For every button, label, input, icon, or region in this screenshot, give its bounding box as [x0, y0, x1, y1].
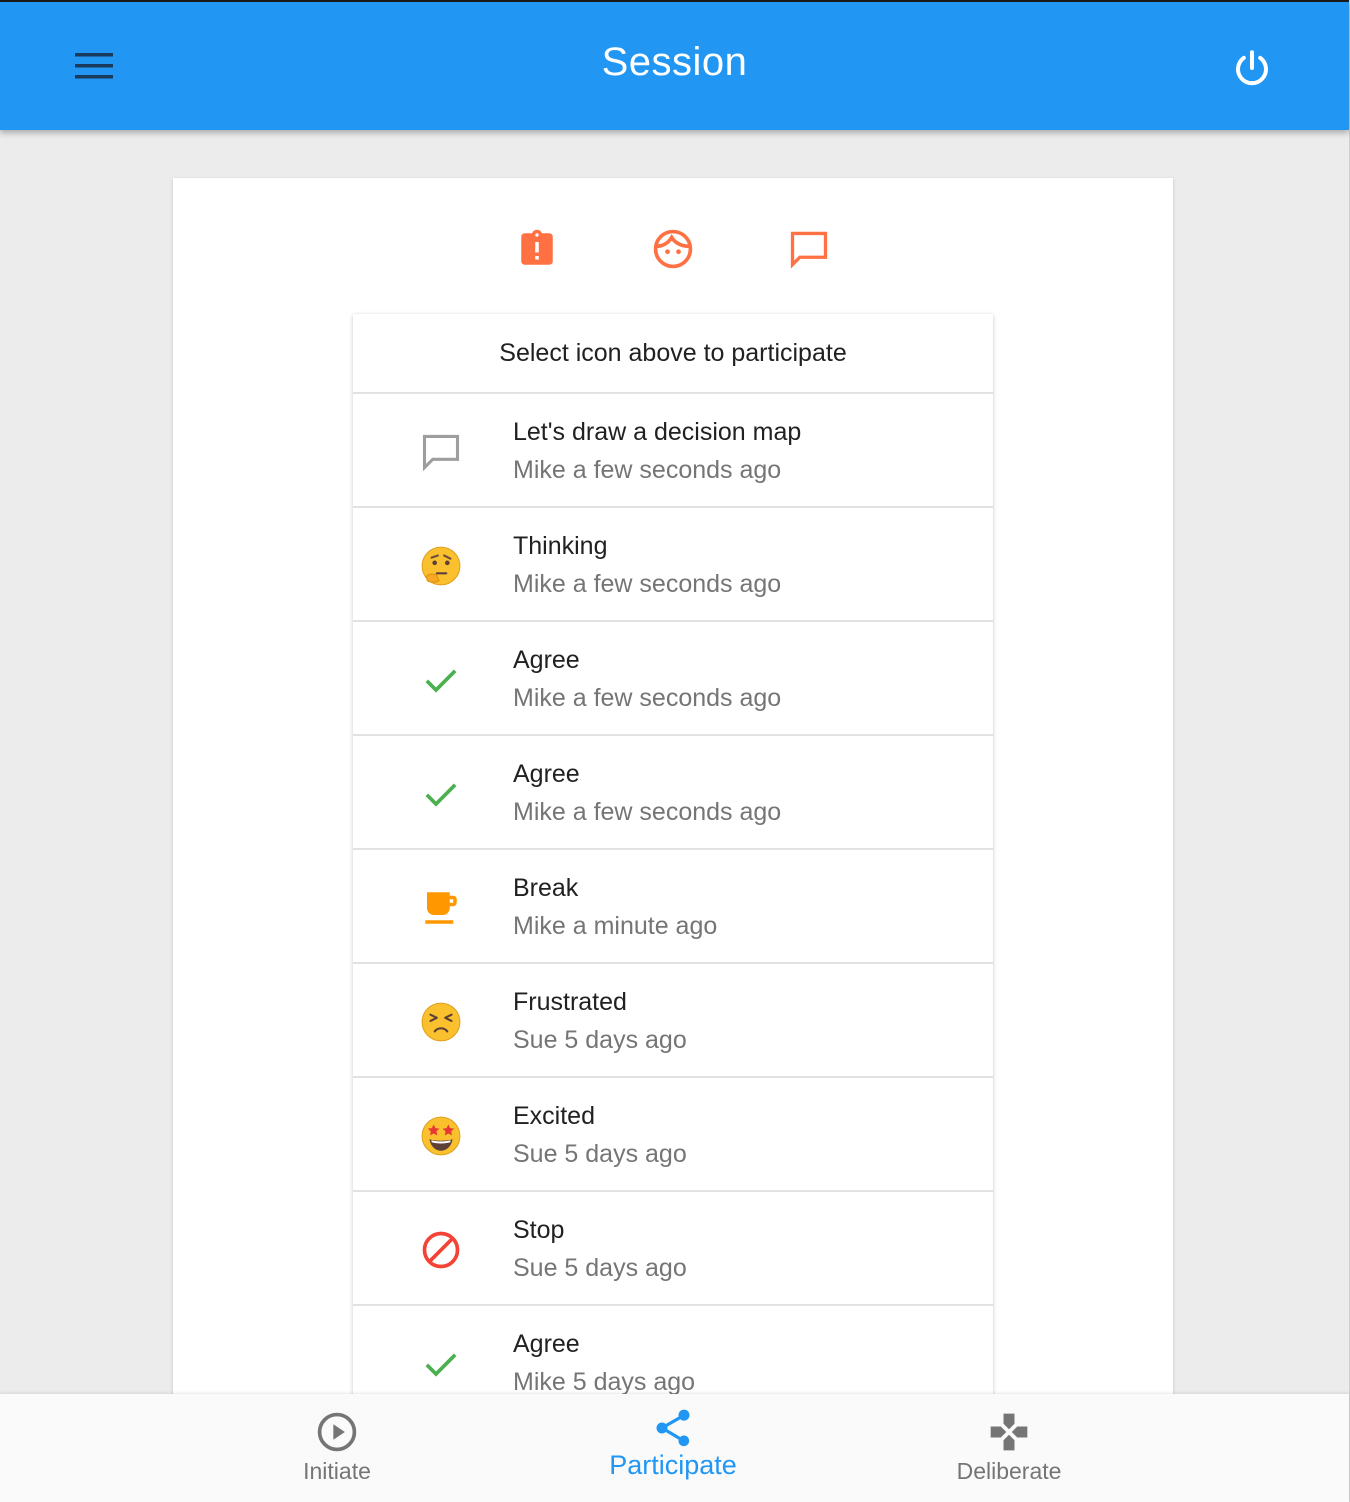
gamepad-icon [990, 1413, 1028, 1451]
participation-feed: Select icon above to participate Let's d… [353, 314, 993, 1424]
list-item[interactable]: Stop Sue 5 days ago [353, 1192, 993, 1306]
play-circle-icon [317, 1412, 357, 1452]
list-item[interactable]: Agree Mike a few seconds ago [353, 736, 993, 850]
item-subtitle: Sue 5 days ago [513, 1026, 687, 1054]
item-subtitle: Mike a few seconds ago [513, 798, 782, 826]
list-item[interactable]: Break Mike a minute ago [353, 850, 993, 964]
item-title: Stop [513, 1216, 565, 1244]
item-title: Let's draw a decision map [513, 418, 802, 446]
comment-action-button[interactable] [781, 221, 837, 277]
app-bar: Session [0, 2, 1349, 130]
list-item[interactable]: Agree Mike a few seconds ago [353, 622, 993, 736]
item-subtitle: Sue 5 days ago [513, 1140, 687, 1168]
check-icon [425, 783, 457, 807]
item-subtitle: Mike a few seconds ago [513, 570, 782, 598]
item-title: Thinking [513, 532, 608, 560]
nav-label: Deliberate [956, 1458, 1062, 1484]
nav-label: Participate [609, 1450, 737, 1480]
item-subtitle: Sue 5 days ago [513, 1254, 687, 1282]
feed-header: Select icon above to participate [353, 314, 993, 394]
list-item[interactable]: Excited Sue 5 days ago [353, 1078, 993, 1192]
item-subtitle: Mike 5 days ago [513, 1368, 696, 1396]
item-subtitle: Mike a few seconds ago [513, 456, 782, 484]
coffee-cup-icon [425, 892, 457, 924]
list-item[interactable]: Frustrated Sue 5 days ago [353, 964, 993, 1078]
comment-outline-icon [422, 434, 460, 472]
session-card: Select icon above to participate Let's d… [173, 178, 1173, 1424]
check-icon [425, 1353, 457, 1377]
comment-icon [790, 231, 828, 269]
item-title: Frustrated [513, 988, 627, 1016]
nav-label: Initiate [303, 1458, 371, 1484]
item-subtitle: Mike a few seconds ago [513, 684, 782, 712]
list-item[interactable]: Thinking Mike a few seconds ago [353, 508, 993, 622]
frustrated-face-icon [421, 1002, 461, 1042]
item-title: Agree [513, 646, 580, 674]
page-title: Session [601, 40, 748, 84]
nav-deliberate[interactable]: Deliberate [889, 1394, 1129, 1502]
share-icon [656, 1409, 690, 1447]
assignment-alert-icon [521, 229, 553, 265]
star-struck-face-icon [421, 1116, 461, 1156]
alert-action-button[interactable] [509, 221, 565, 277]
list-item[interactable]: Let's draw a decision map Mike a few sec… [353, 394, 993, 508]
nav-initiate[interactable]: Initiate [217, 1394, 457, 1502]
thinking-face-icon [421, 546, 461, 586]
check-icon [425, 669, 457, 693]
face-action-button[interactable] [645, 221, 701, 277]
face-icon [653, 229, 693, 269]
power-icon [1236, 50, 1268, 86]
item-title: Agree [513, 760, 580, 788]
nav-participate[interactable]: Participate [553, 1394, 793, 1502]
item-title: Agree [513, 1330, 580, 1358]
item-title: Excited [513, 1102, 595, 1130]
item-subtitle: Mike a minute ago [513, 912, 718, 940]
item-title: Break [513, 874, 579, 902]
bottom-navigation: Initiate Participate Deliberate [0, 1394, 1349, 1502]
block-icon [422, 1231, 460, 1269]
power-button[interactable] [1220, 36, 1284, 100]
